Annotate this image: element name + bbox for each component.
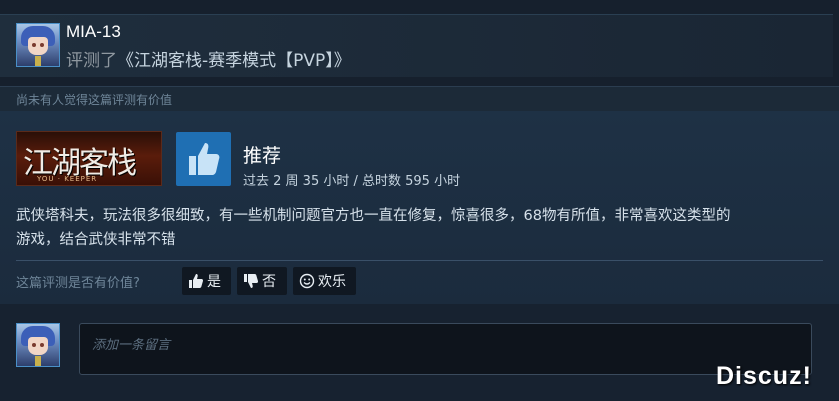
thumbs-down-icon [244,274,259,288]
vote-funny-label: 欢乐 [318,274,346,290]
review-card: MIA-13 评测了《江湖客栈-赛季模式【PVP】》 尚未有人觉得这篇评测有价值… [0,0,839,401]
vote-yes-label: 是 [207,274,221,290]
vote-yes-button[interactable]: 是 [182,267,231,295]
review-body-line: 游戏，结合武侠非常不错 [16,232,176,248]
playtime-hours: 过去 2 周 35 小时 / 总时数 595 小时 [243,174,461,189]
watermark-logo: Discuz! [716,362,812,390]
comment-area: 添加一条留言 [0,304,839,401]
helpful-status: 尚未有人觉得这篇评测有价值 [16,93,173,107]
review-body-line: 武侠塔科夫，玩法很多很细致，有一些机制问题官方也一直在修复，惊喜很多，68物有所… [16,208,731,224]
game-capsule-image[interactable]: 江湖客栈 YOU · KEEPER [16,131,162,186]
recommendation-verdict[interactable]: 推荐 [243,141,281,168]
capsule-subtitle: YOU · KEEPER [37,175,98,183]
helpful-question: 这篇评测是否有价值? [16,276,140,291]
comment-input[interactable]: 添加一条留言 [79,323,812,375]
vote-funny-button[interactable]: 欢乐 [293,267,356,295]
reviewed-prefix: 评测了 [66,51,117,71]
recommended-thumb-icon [176,132,231,186]
thumbs-up-icon [189,274,204,288]
review-content: 江湖客栈 YOU · KEEPER 推荐 过去 2 周 35 小时 / 总时数 … [0,111,839,304]
review-body: 武侠塔科夫，玩法很多很细致，有一些机制问题官方也一直在修复，惊喜很多，68物有所… [16,204,816,252]
author-name[interactable]: MIA-13 [66,22,121,42]
smiley-icon [299,273,315,289]
helpful-status-bar: 尚未有人觉得这篇评测有价值 [0,86,839,111]
vote-no-label: 否 [262,274,276,290]
game-title-link[interactable]: 《江湖客栈-赛季模式【PVP】》 [117,51,351,71]
author-avatar[interactable] [16,23,60,67]
vote-no-button[interactable]: 否 [237,267,287,295]
divider [16,260,823,261]
comment-placeholder: 添加一条留言 [92,338,171,353]
commenter-avatar [16,323,60,367]
reviewed-game-line: 评测了《江湖客栈-赛季模式【PVP】》 [66,46,351,71]
